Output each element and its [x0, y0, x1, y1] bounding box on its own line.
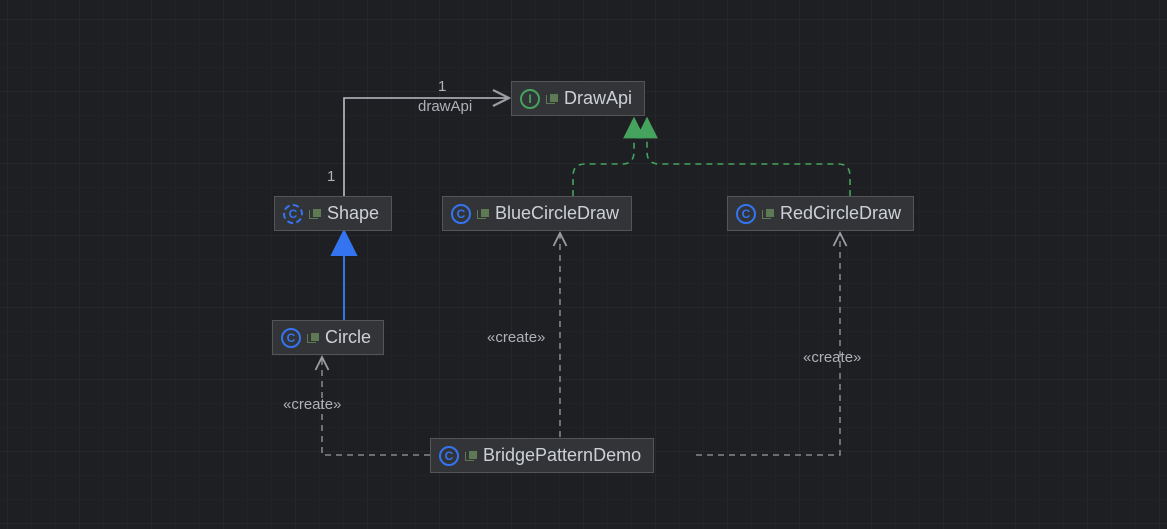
- package-icon: [546, 94, 558, 104]
- role-label: drawApi: [418, 98, 472, 115]
- node-circle[interactable]: C Circle: [272, 320, 384, 355]
- stereotype-label: «create»: [487, 329, 545, 346]
- package-icon: [465, 451, 477, 461]
- node-shape[interactable]: C Shape: [274, 196, 392, 231]
- node-label: Circle: [325, 327, 371, 348]
- node-label: DrawApi: [564, 88, 632, 109]
- stereotype-label: «create»: [803, 349, 861, 366]
- multiplicity-label: 1: [438, 78, 446, 95]
- node-label: BridgePatternDemo: [483, 445, 641, 466]
- package-icon: [477, 209, 489, 219]
- class-icon: C: [451, 204, 471, 224]
- node-bluecircledraw[interactable]: C BlueCircleDraw: [442, 196, 632, 231]
- node-drawapi[interactable]: I DrawApi: [511, 81, 645, 116]
- class-icon: C: [736, 204, 756, 224]
- node-label: RedCircleDraw: [780, 203, 901, 224]
- node-label: Shape: [327, 203, 379, 224]
- node-redcircledraw[interactable]: C RedCircleDraw: [727, 196, 914, 231]
- package-icon: [762, 209, 774, 219]
- stereotype-label: «create»: [283, 396, 341, 413]
- package-icon: [309, 209, 321, 219]
- node-bridgepatterndemo[interactable]: C BridgePatternDemo: [430, 438, 654, 473]
- package-icon: [307, 333, 319, 343]
- abstract-class-icon: C: [283, 204, 303, 224]
- class-icon: C: [439, 446, 459, 466]
- class-icon: C: [281, 328, 301, 348]
- node-label: BlueCircleDraw: [495, 203, 619, 224]
- interface-icon: I: [520, 89, 540, 109]
- multiplicity-label: 1: [327, 168, 335, 185]
